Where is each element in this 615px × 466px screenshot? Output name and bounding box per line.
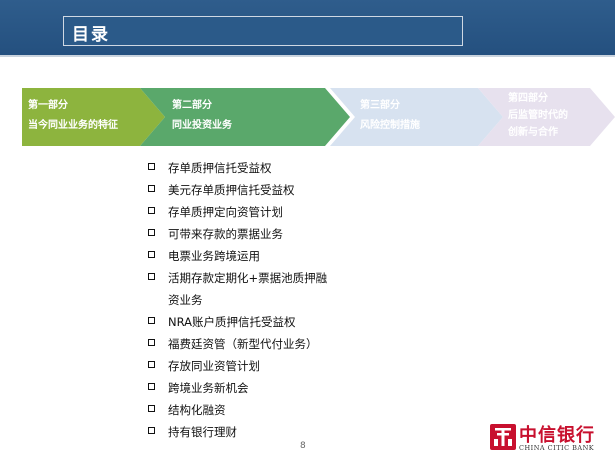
square-bullet-icon [148,383,155,390]
square-bullet-icon [148,361,155,368]
square-bullet-icon [148,207,155,214]
list-item: 结构化融资 [148,399,338,421]
square-bullet-icon [148,273,155,280]
square-bullet-icon [148,251,155,258]
list-item: 美元存单质押信托受益权 [148,179,338,201]
title-box: 目录 [63,16,463,46]
header-divider [0,55,615,57]
section-2-label: 第二部分 同业投资业务 [172,96,232,136]
list-item: 存放同业资管计划 [148,355,338,377]
square-bullet-icon [148,405,155,412]
header-bar: 目录 [0,0,615,55]
section-1-title: 当今同业业务的特征 [28,120,118,131]
section-3-number: 第三部分 [360,100,400,111]
section-2-title: 同业投资业务 [172,120,232,131]
page-number: 8 [300,441,306,451]
list-item: 活期存款定期化+票据池质押融资业务 [148,267,338,311]
section-3-label: 第三部分 风险控制措施 [360,96,420,136]
section-4-label: 第四部分 后监管时代的 创新与合作 [508,90,568,141]
list-item: 福费廷资管（新型代付业务） [148,333,338,355]
section-4-title-line2: 创新与合作 [508,127,558,138]
list-item: 持有银行理财 [148,421,338,443]
section-2-number: 第二部分 [172,100,212,111]
section-1-label: 第一部分 当今同业业务的特征 [28,96,118,136]
topic-list: 存单质押信托受益权 美元存单质押信托受益权 存单质押定向资管计划 可带来存款的票… [148,157,338,443]
square-bullet-icon [148,229,155,236]
list-item: 电票业务跨境运用 [148,245,338,267]
square-bullet-icon [148,185,155,192]
section-4-title-line1: 后监管时代的 [508,110,568,121]
square-bullet-icon [148,163,155,170]
square-bullet-icon [148,339,155,346]
list-item: 存单质押信托受益权 [148,157,338,179]
list-item: 跨境业务新机会 [148,377,338,399]
list-item: 可带来存款的票据业务 [148,223,338,245]
square-bullet-icon [148,427,155,434]
page-title: 目录 [72,25,110,45]
square-bullet-icon [148,317,155,324]
list-item: NRA账户质押信托受益权 [148,311,338,333]
bank-logo: 中信银行 CHINA CITIC BANK [487,420,612,460]
section-1-number: 第一部分 [28,100,68,111]
bank-name-en: CHINA CITIC BANK [519,444,595,452]
section-3-title: 风险控制措施 [360,120,420,131]
section-navigation: 第一部分 当今同业业务的特征 第二部分 同业投资业务 第三部分 风险控制措施 第… [0,86,615,148]
citic-bank-logo-icon [490,424,516,450]
list-item: 存单质押定向资管计划 [148,201,338,223]
section-4-number: 第四部分 [508,93,548,104]
